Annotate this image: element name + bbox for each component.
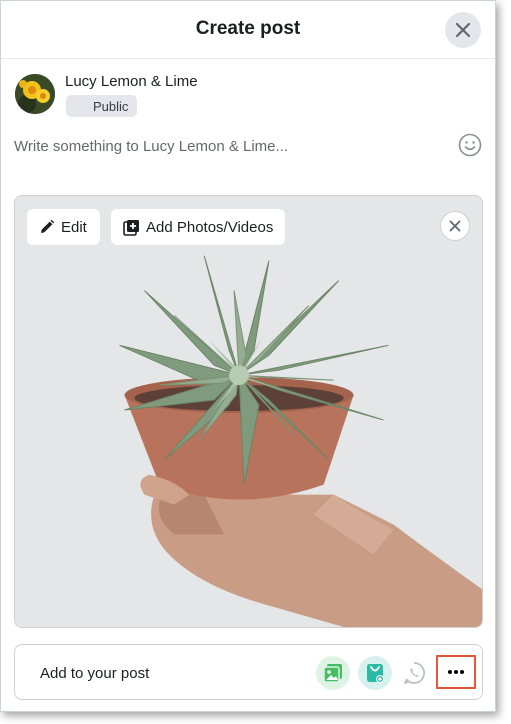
privacy-selector[interactable]: Public xyxy=(66,95,137,117)
emoji-button[interactable] xyxy=(457,132,483,158)
yellow-flower-avatar xyxy=(15,74,55,114)
succulent-photo xyxy=(15,196,482,627)
edit-button[interactable]: Edit xyxy=(27,209,100,245)
close-icon xyxy=(455,22,471,38)
whatsapp-button[interactable] xyxy=(397,656,431,690)
more-options-button[interactable] xyxy=(436,655,476,689)
add-photos-videos-button[interactable]: Add Photos/Videos xyxy=(111,209,286,245)
more-icon xyxy=(448,670,464,674)
avatar[interactable] xyxy=(15,74,55,114)
shop-button[interactable] xyxy=(358,656,392,690)
dialog-title: Create post xyxy=(195,18,301,39)
smiley-icon xyxy=(458,133,482,157)
create-post-dialog: Create post Lucy Lemon & Lime Public Wri… xyxy=(0,0,496,712)
photo-video-icon xyxy=(323,664,342,683)
photo-video-button[interactable] xyxy=(316,656,350,690)
remove-media-button[interactable] xyxy=(440,211,470,241)
close-icon xyxy=(449,220,461,232)
whatsapp-icon xyxy=(404,662,425,684)
close-button[interactable] xyxy=(445,12,481,48)
add-to-post-label: Add to your post xyxy=(40,665,150,682)
edit-label: Edit xyxy=(61,218,87,236)
post-text-input[interactable]: Write something to Lucy Lemon & Lime... xyxy=(14,138,288,155)
user-name: Lucy Lemon & Lime xyxy=(65,73,198,90)
pencil-icon xyxy=(41,219,55,233)
privacy-label: Public xyxy=(93,98,129,114)
add-photo-icon xyxy=(123,219,139,236)
dialog-header: Create post xyxy=(1,1,495,59)
add-photos-label: Add Photos/Videos xyxy=(146,218,274,236)
add-to-post-bar: Add to your post xyxy=(14,644,483,700)
shop-bag-icon xyxy=(367,664,384,683)
media-preview: Edit Add Photos/Videos xyxy=(14,195,483,628)
